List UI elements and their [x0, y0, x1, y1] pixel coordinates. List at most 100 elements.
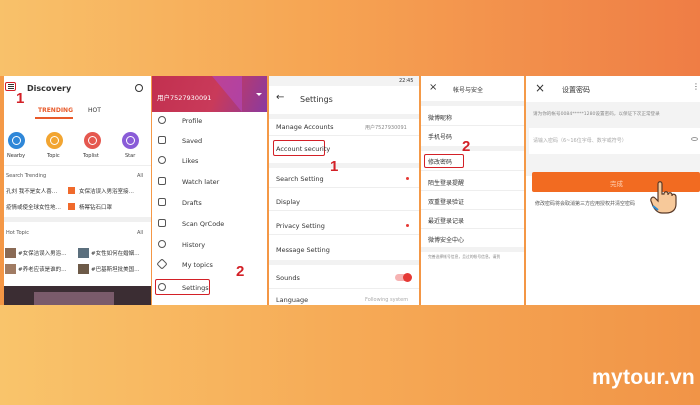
divider — [269, 135, 419, 136]
settings-screen: 22:45 ← Settings Manage Accounts 用户75279… — [269, 76, 419, 305]
background-bottom — [0, 305, 700, 405]
menu-item-history[interactable]: History — [182, 241, 205, 249]
menu-item-likes[interactable]: Likes — [182, 157, 198, 165]
divider — [421, 146, 524, 151]
notification-dot — [406, 177, 409, 180]
profile-icon — [158, 116, 166, 124]
icon-label: Nearby — [7, 153, 26, 159]
tab-trending[interactable]: TRENDING — [38, 107, 73, 114]
hot-topic-item[interactable]: #巴基斯坦批美国… — [91, 265, 151, 273]
see-all-link[interactable]: All — [137, 173, 143, 179]
tab-hot[interactable]: HOT — [88, 107, 101, 114]
instruction-text: 请为你的帐号0084*****1280设置密码，以保证下次正常登录 — [533, 112, 660, 117]
message-setting-row[interactable]: Message Setting — [276, 246, 330, 254]
divider — [269, 187, 419, 188]
brand-logo: mytour.vn — [592, 366, 696, 389]
divider — [4, 217, 151, 222]
trend-item[interactable]: 孔刘 我不是女人喜… — [6, 187, 70, 195]
manage-accounts-row[interactable]: Manage Accounts — [276, 123, 334, 131]
display-row[interactable]: Display — [276, 198, 300, 206]
list-item-nickname[interactable]: 微博昵称 — [428, 113, 452, 122]
back-arrow-icon[interactable]: ← — [276, 92, 284, 103]
list-item-login-alert[interactable]: 陌生登录提醒 — [428, 178, 464, 187]
nearby-icon[interactable] — [8, 132, 25, 149]
discovery-screen: Discovery TRENDING HOT Nearby Topic Topl… — [4, 76, 151, 305]
step-number: 2 — [462, 138, 471, 155]
toplist-icon[interactable] — [84, 132, 101, 149]
divider — [269, 163, 419, 168]
language-row[interactable]: Language — [276, 296, 308, 304]
clock-icon — [158, 177, 166, 185]
trend-item[interactable]: 杨幂钻石口罩 — [79, 203, 112, 211]
icon-label: Toplist — [83, 153, 99, 159]
divider — [421, 228, 524, 229]
menu-item-profile[interactable]: Profile — [182, 117, 202, 125]
notice-text: 修改密码将会取消第三方应用授权并清空密码 — [535, 201, 636, 207]
hot-topic-item[interactable]: #养老应该是谁的… — [18, 265, 76, 273]
star-icon[interactable] — [122, 132, 139, 149]
icon-label: Star — [125, 153, 136, 159]
more-options-icon[interactable]: ⋮ — [692, 82, 700, 91]
chevron-down-icon[interactable] — [256, 93, 262, 96]
search-icon[interactable] — [135, 84, 143, 92]
gear-icon — [158, 283, 166, 291]
list-item-phone[interactable]: 手机号码 — [428, 132, 452, 141]
status-bar — [269, 76, 419, 86]
divider — [421, 190, 524, 191]
divider — [421, 209, 524, 210]
topic-icon[interactable] — [46, 132, 63, 149]
list-item-two-step[interactable]: 双重登录验证 — [428, 197, 464, 206]
trend-item[interactable]: 疫情或使全球女性地… — [6, 203, 70, 211]
menu-item-watch-later[interactable]: Watch later — [182, 178, 219, 186]
menu-item-my-topics[interactable]: My topics — [182, 261, 213, 269]
topic-thumbnail — [78, 248, 89, 258]
hot-topic-heading: Hot Topic — [6, 230, 29, 236]
page-title: 帐号与安全 — [453, 87, 484, 94]
video-thumbnail[interactable] — [4, 286, 151, 305]
page-title: Settings — [300, 95, 333, 104]
divider — [421, 101, 524, 106]
username[interactable]: 用户7527930091 — [157, 92, 211, 102]
sounds-toggle[interactable] — [395, 273, 412, 282]
divider — [269, 260, 419, 265]
see-all-link[interactable]: All — [137, 230, 143, 236]
side-menu-screen: 用户7527930091 Profile Saved Likes Watch l… — [152, 76, 267, 305]
list-item-change-password[interactable]: 修改密码 — [428, 157, 452, 166]
divider — [269, 210, 419, 211]
menu-item-settings[interactable]: Settings — [182, 284, 209, 292]
clock-time: 22:45 — [399, 78, 414, 84]
heart-icon — [158, 156, 166, 164]
hand-pointer-icon — [650, 181, 677, 214]
icon-label: Topic — [47, 153, 60, 159]
drafts-icon — [158, 198, 166, 206]
hot-badge — [68, 203, 75, 210]
hot-topic-item[interactable]: #女保洁误入男浴… — [18, 249, 76, 257]
bookmark-icon — [158, 136, 166, 144]
menu-item-scan-qrcode[interactable]: Scan QrCode — [182, 220, 224, 228]
divider — [421, 170, 524, 171]
topic-thumbnail — [5, 248, 16, 258]
trend-item[interactable]: 女保洁误入男浴室接… — [79, 187, 149, 195]
search-setting-row[interactable]: Search Setting — [276, 175, 324, 183]
sounds-row[interactable]: Sounds — [276, 274, 300, 282]
account-security-row[interactable]: Account security — [276, 145, 330, 153]
close-icon[interactable]: × — [429, 82, 437, 93]
step-number: 1 — [330, 158, 339, 175]
step-number: 2 — [236, 263, 245, 280]
footnote: 完善选择帐号信息，且过的帐号信息，请到 — [428, 254, 501, 259]
divider — [269, 234, 419, 235]
list-item-login-history[interactable]: 最近登录记录 — [428, 216, 464, 225]
eye-off-icon[interactable] — [691, 137, 698, 141]
done-button-label: 完成 — [610, 180, 623, 188]
close-icon[interactable]: × — [535, 81, 545, 95]
menu-item-saved[interactable]: Saved — [182, 137, 202, 145]
privacy-setting-row[interactable]: Privacy Setting — [276, 222, 325, 230]
menu-item-drafts[interactable]: Drafts — [182, 199, 202, 207]
page-title: 设置密码 — [562, 86, 590, 94]
set-password-screen: × 设置密码 ⋮ 请为你的帐号0084*****1280设置密码，以保证下次正常… — [526, 76, 700, 305]
menu-button[interactable] — [5, 82, 16, 91]
account-security-screen: × 帐号与安全 微博昵称 手机号码 修改密码 陌生登录提醒 双重登录验证 最近登… — [421, 76, 524, 305]
notification-dot — [406, 224, 409, 227]
list-item-security-center[interactable]: 微博安全中心 — [428, 235, 464, 244]
hot-topic-item[interactable]: #女性如何在婚姻… — [91, 249, 151, 257]
